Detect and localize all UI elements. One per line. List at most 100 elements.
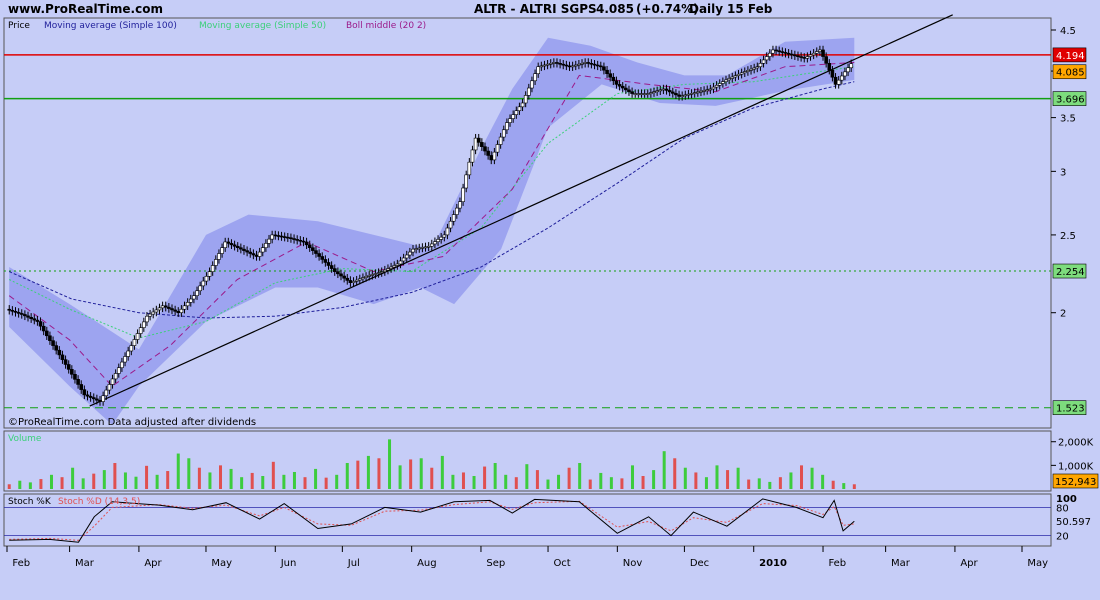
- volume-bar-down: [567, 467, 571, 489]
- price-tick-label: 4.5: [1060, 26, 1076, 37]
- x-tick-label: Nov: [623, 558, 643, 569]
- candle-down: [774, 49, 778, 52]
- volume-bar-up: [49, 474, 53, 489]
- candle-up: [414, 248, 418, 250]
- legend-ma50: Moving average (Simple 50): [199, 21, 326, 31]
- candle-up: [145, 315, 149, 323]
- candle-down: [796, 55, 800, 58]
- volume-bar-up: [578, 463, 582, 489]
- candle-up: [580, 63, 584, 65]
- candle-down: [282, 236, 287, 238]
- candle-down: [777, 50, 782, 53]
- candle-down: [26, 315, 30, 318]
- instrument-name: ALTR - ALTRI SGPS: [474, 2, 597, 16]
- candle-up: [367, 275, 371, 277]
- stoch-last-value: 50.597: [1056, 517, 1091, 528]
- candle-up: [530, 80, 534, 89]
- candle-up: [461, 187, 465, 202]
- candle-up: [545, 63, 550, 66]
- volume-bar-up: [704, 477, 708, 489]
- candle-up: [467, 161, 472, 176]
- candle-up: [755, 66, 760, 69]
- candle-up: [533, 73, 537, 82]
- volume-bar-up: [187, 458, 191, 489]
- candle-down: [63, 359, 68, 365]
- candle-down: [66, 364, 71, 370]
- candle-up: [552, 62, 556, 64]
- candle-up: [142, 321, 146, 328]
- candle-down: [35, 319, 40, 322]
- candle-up: [705, 89, 710, 91]
- candle-up: [470, 149, 475, 163]
- volume-bar-up: [599, 472, 603, 489]
- volume-bar-up: [366, 455, 370, 489]
- volume-bar-down: [92, 473, 96, 489]
- candle-up: [198, 285, 202, 292]
- candle-down: [304, 241, 309, 246]
- candle-up: [689, 93, 694, 95]
- candle-up: [445, 227, 450, 236]
- candle-down: [323, 259, 328, 263]
- candle-up: [376, 272, 381, 274]
- candle-up: [536, 66, 540, 74]
- candle-down: [786, 52, 791, 55]
- candle-down: [82, 389, 87, 396]
- candle-up: [439, 236, 443, 240]
- candle-down: [564, 64, 569, 67]
- dotted-level-tag: 2.254: [1056, 267, 1085, 278]
- support-price-tag: 3.696: [1056, 95, 1085, 106]
- candle-down: [830, 69, 835, 78]
- candle-up: [364, 276, 368, 278]
- candle-up: [517, 106, 522, 112]
- candle-down: [345, 277, 350, 281]
- candle-up: [379, 271, 384, 273]
- legend-stoch-d: Stoch %D (14,3,5): [58, 497, 140, 507]
- candle-up: [645, 93, 650, 95]
- volume-bar-down: [303, 477, 307, 489]
- volume-bar-down: [620, 478, 624, 489]
- volume-bar-up: [789, 472, 793, 489]
- volume-bar-up: [557, 474, 561, 489]
- volume-bar-up: [314, 468, 318, 489]
- candle-up: [185, 302, 190, 307]
- candle-down: [95, 398, 99, 401]
- candle-down: [486, 150, 490, 156]
- volume-bar-up: [810, 467, 814, 489]
- candle-down: [88, 395, 93, 398]
- candle-up: [123, 356, 127, 363]
- candle-down: [76, 379, 80, 385]
- x-tick-label: May: [1027, 558, 1048, 569]
- volume-bar-down: [166, 471, 170, 489]
- candle-down: [630, 91, 634, 94]
- resistance-price-tag: 4.194: [1056, 51, 1085, 62]
- candle-up: [652, 91, 656, 94]
- candle-up: [761, 59, 766, 64]
- volume-bar-up: [28, 482, 32, 489]
- candle-up: [661, 88, 666, 91]
- chart-period: Daily: [689, 2, 723, 16]
- candle-up: [179, 308, 184, 314]
- candle-up: [811, 52, 816, 56]
- candle-down: [235, 245, 240, 248]
- candle-up: [458, 201, 462, 209]
- volume-bar-down: [461, 472, 465, 489]
- volume-bar-up: [176, 453, 180, 489]
- volume-bar-down: [145, 465, 149, 489]
- volume-bar-down: [747, 479, 751, 489]
- candle-down: [589, 63, 594, 65]
- candle-down: [98, 399, 102, 402]
- candle-up: [101, 395, 105, 402]
- candle-up: [404, 254, 409, 259]
- candle-down: [57, 349, 62, 356]
- volume-bar-up: [768, 481, 772, 489]
- candle-down: [289, 237, 293, 240]
- candle-down: [41, 325, 46, 332]
- candle-up: [223, 241, 228, 248]
- volume-bar-up: [261, 476, 265, 489]
- candle-up: [642, 93, 647, 95]
- candle-down: [226, 241, 231, 244]
- candle-down: [54, 345, 58, 351]
- volume-bar-down: [535, 470, 539, 489]
- candle-up: [542, 64, 547, 67]
- candle-up: [351, 281, 356, 283]
